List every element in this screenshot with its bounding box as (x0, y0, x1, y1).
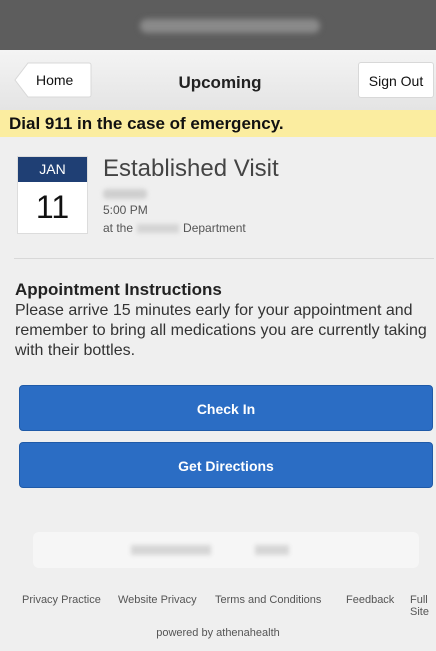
appointment-department: at the Department (103, 221, 246, 235)
appointment-time: 5:00 PM (103, 203, 148, 217)
department-prefix: at the (103, 221, 134, 235)
footer-link-terms[interactable]: Terms and Conditions (215, 594, 321, 606)
powered-by-text: powered by athenahealth (156, 627, 280, 639)
calendar-date-badge: JAN 11 (17, 156, 88, 234)
footer-link-full-site[interactable]: Full Site (410, 594, 434, 618)
home-button[interactable]: Home (14, 62, 92, 98)
blurred-department-name (137, 224, 180, 234)
blurred-text-2 (255, 545, 289, 555)
nav-bar: Home Upcoming Sign Out (0, 50, 436, 111)
footer-link-feedback[interactable]: Feedback (346, 594, 394, 606)
instructions-heading: Appointment Instructions (15, 280, 222, 299)
appointment-month: JAN (18, 157, 87, 182)
blurred-contact-bar[interactable] (33, 532, 419, 568)
blurred-practice-name (140, 19, 320, 33)
appointment-day: 11 (35, 189, 70, 225)
footer-link-privacy-practice[interactable]: Privacy Practice (22, 594, 101, 606)
footer-link-website-privacy[interactable]: Website Privacy (118, 594, 197, 606)
section-divider (14, 258, 434, 259)
get-directions-button[interactable]: Get Directions (19, 442, 433, 488)
home-button-label: Home (36, 72, 74, 88)
page-title: Upcoming (178, 73, 262, 92)
department-suffix: Department (183, 221, 246, 235)
instructions-text: Please arrive 15 minutes early for your … (15, 302, 427, 359)
emergency-banner: Dial 911 in the case of emergency. (0, 110, 436, 137)
app-header-bar (0, 0, 436, 50)
blurred-provider-name (103, 189, 147, 199)
blurred-text-1 (131, 545, 211, 555)
visit-type: Established Visit (103, 155, 279, 182)
check-in-button[interactable]: Check In (19, 385, 433, 431)
sign-out-button[interactable]: Sign Out (358, 62, 434, 98)
